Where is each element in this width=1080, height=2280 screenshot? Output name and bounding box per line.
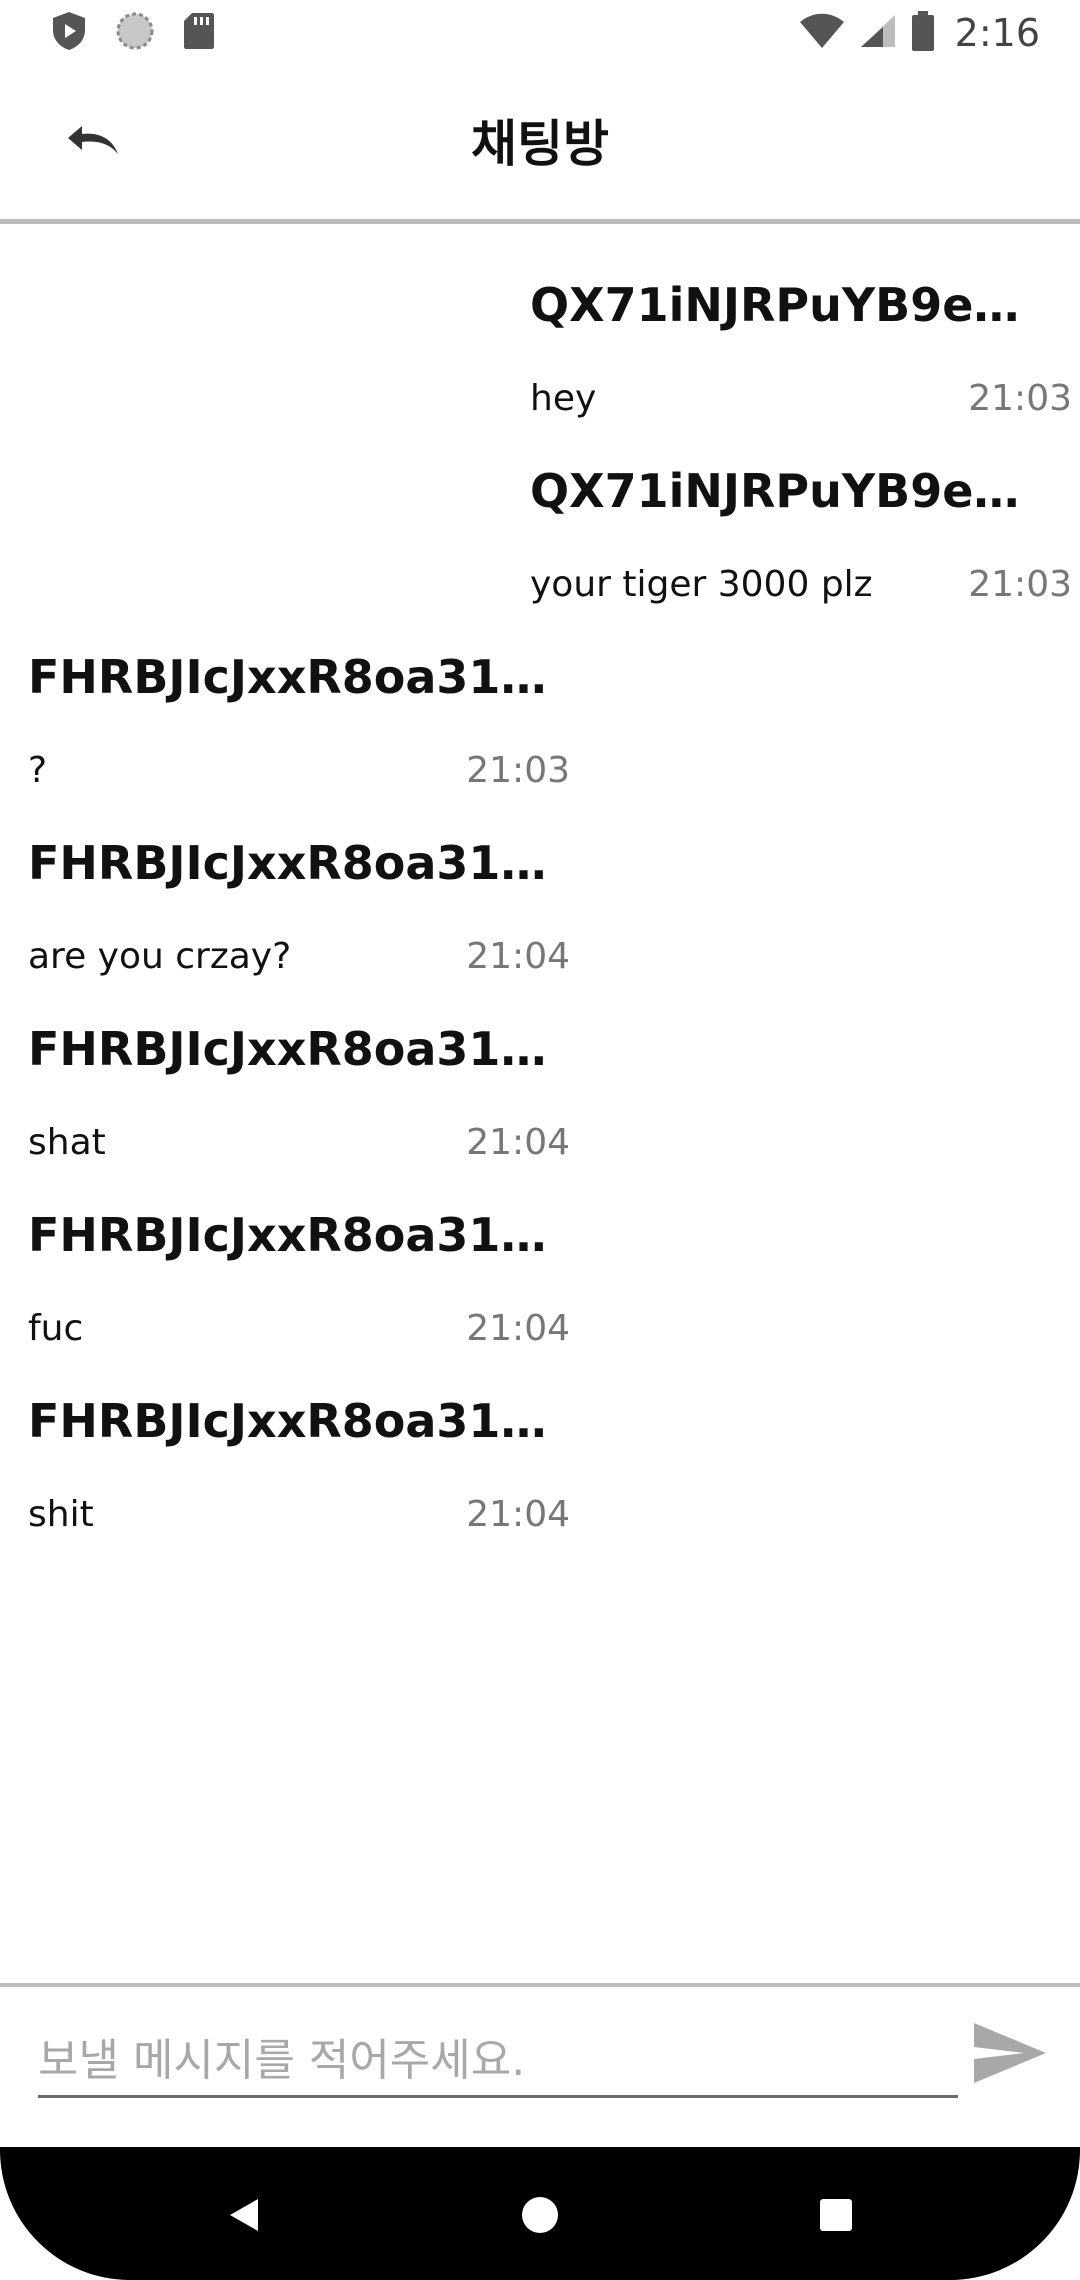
message-text: your tiger 3000 plz [530, 564, 873, 605]
message-sender: QX71iNJRPuYB9e… [530, 278, 1020, 332]
loading-icon [114, 10, 156, 57]
sd-card-icon [182, 11, 216, 56]
shield-icon [50, 10, 88, 57]
home-circle-icon [520, 2195, 560, 2240]
message-item: FHRBJIcJxxR8oa31… fuc 21:04 [28, 1154, 570, 1349]
status-bar: 2:16 [0, 0, 1080, 66]
signal-icon [859, 13, 897, 54]
system-nav-bar [0, 2147, 1080, 2280]
message-sender: FHRBJIcJxxR8oa31… [28, 1394, 547, 1448]
message-item: FHRBJIcJxxR8oa31… are you crzay? 21:04 [28, 782, 570, 977]
message-text: shit [28, 1494, 94, 1535]
send-icon [972, 2021, 1048, 2090]
message-input[interactable] [38, 2025, 958, 2098]
message-sender: FHRBJIcJxxR8oa31… [28, 1208, 547, 1262]
battery-icon [911, 10, 935, 56]
message-composer [0, 1987, 1080, 2147]
status-right-icons: 2:16 [799, 10, 1040, 56]
wifi-icon [799, 13, 845, 54]
message-item: QX71iNJRPuYB9e… your tiger 3000 plz 21:0… [530, 410, 1072, 605]
message-time: 21:03 [968, 564, 1072, 605]
status-time: 2:16 [954, 11, 1040, 55]
nav-home-button[interactable] [500, 2177, 580, 2257]
message-sender: FHRBJIcJxxR8oa31… [28, 836, 547, 890]
app-bar: 채팅방 [0, 66, 1080, 220]
page-title: 채팅방 [471, 115, 609, 173]
message-sender: FHRBJIcJxxR8oa31… [28, 650, 547, 704]
message-time: 21:04 [466, 1494, 570, 1535]
nav-back-button[interactable] [204, 2177, 284, 2257]
recents-square-icon [818, 2197, 854, 2238]
message-sender: FHRBJIcJxxR8oa31… [28, 1022, 547, 1076]
message-item: QX71iNJRPuYB9e… hey 21:03 [530, 224, 1072, 419]
message-item: FHRBJIcJxxR8oa31… ? 21:03 [28, 596, 570, 791]
back-triangle-icon [224, 2195, 264, 2240]
message-list[interactable]: QX71iNJRPuYB9e… hey 21:03 QX71iNJRPuYB9e… [0, 224, 1080, 1984]
status-left-icons [50, 10, 216, 56]
message-item: FHRBJIcJxxR8oa31… shit 21:04 [28, 1340, 570, 1535]
message-item: FHRBJIcJxxR8oa31… shat 21:04 [28, 968, 570, 1163]
send-button[interactable] [970, 2015, 1050, 2095]
message-sender: QX71iNJRPuYB9e… [530, 464, 1020, 518]
nav-recents-button[interactable] [796, 2177, 876, 2257]
